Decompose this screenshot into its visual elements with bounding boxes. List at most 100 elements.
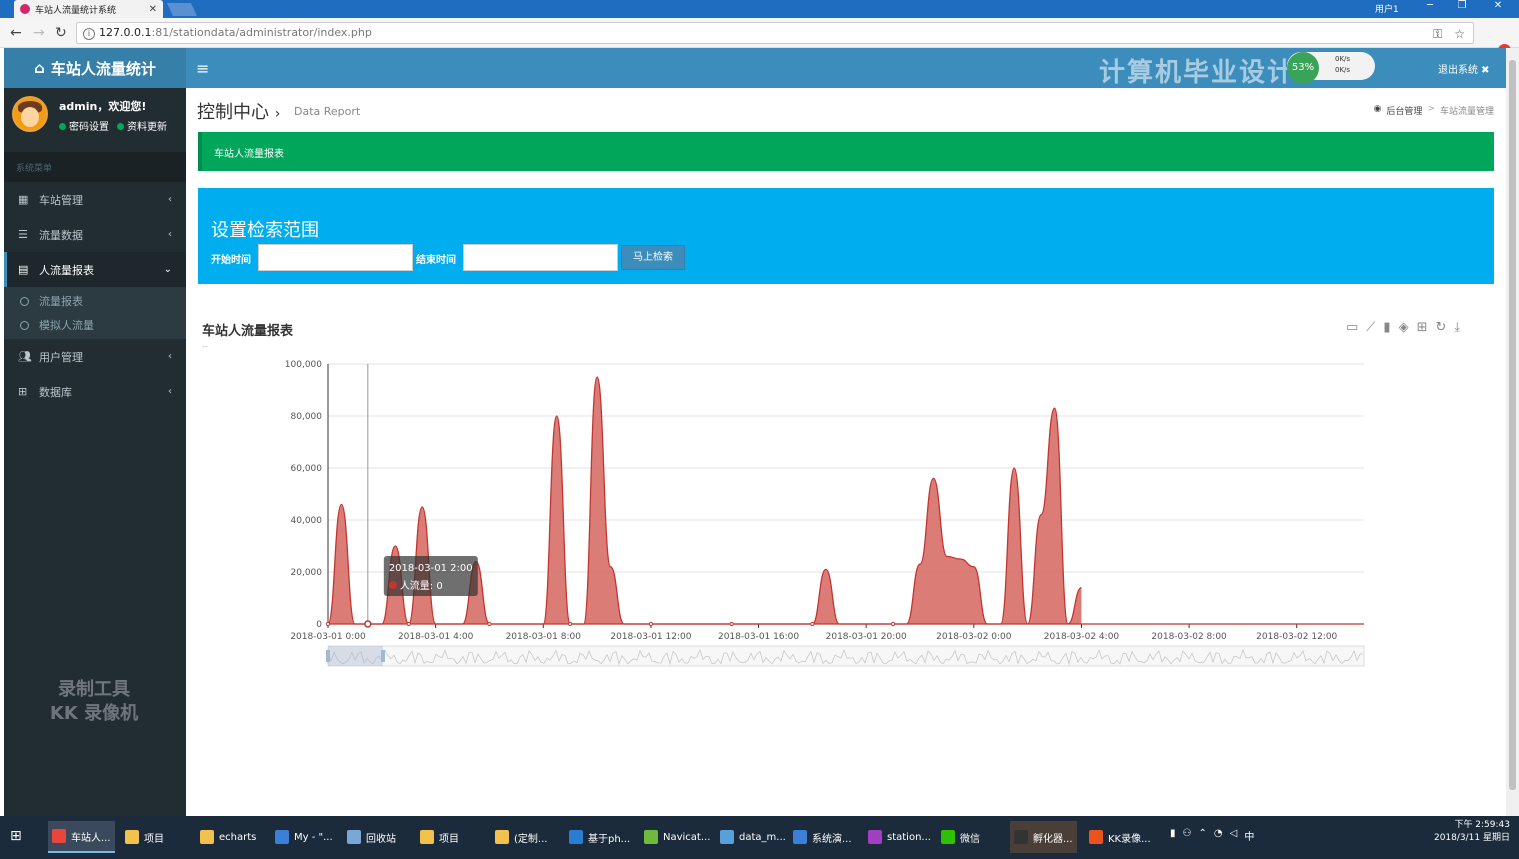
restore-icon[interactable]: ↻ (1435, 320, 1446, 335)
taskbar-item[interactable]: (定制... (491, 821, 551, 853)
dashboard-icon: ◉ (1373, 104, 1382, 114)
windows-start-icon[interactable]: ⊞ (10, 828, 32, 848)
menu-toggle-icon[interactable]: ≡ (196, 59, 209, 78)
breadcrumb-home[interactable]: 后台管理 (1386, 104, 1422, 117)
back-icon[interactable]: ← (10, 25, 22, 41)
taskbar-item[interactable]: 车站人... (48, 821, 115, 853)
taskbar-item-label: 车站人... (71, 832, 111, 844)
taskbar-item[interactable]: station... (864, 821, 935, 853)
breadcrumb: ◉ 后台管理 > 车站流量管理 (1374, 104, 1494, 117)
wifi-icon[interactable]: ◔ (1214, 828, 1223, 843)
new-tab-button[interactable] (166, 3, 198, 16)
people-icon[interactable]: ⚇ (1183, 828, 1192, 843)
save-image-icon[interactable]: ⤓ (1454, 320, 1460, 335)
taskbar-item[interactable]: 系统演... (789, 821, 856, 853)
taskbar-item[interactable]: Navicat... (640, 821, 714, 853)
sidebar-item-users[interactable]: 👥︎ 用户管理 ‹ (4, 339, 186, 374)
logo[interactable]: ⌂ 车站人流量统计 (4, 48, 186, 88)
sidebar-item-flow-data[interactable]: ☰ 流量数据 ‹ (4, 217, 186, 252)
url-input[interactable]: i 127.0.0.1:81/stationdata/administrator/… (76, 22, 1474, 44)
restore-window-icon[interactable]: ❐ (1452, 0, 1472, 15)
page-scrollbar[interactable] (1506, 48, 1519, 816)
profile-name[interactable]: 用户1 (1375, 2, 1399, 15)
taskbar-item[interactable]: 项目 (416, 821, 463, 853)
app-icon (495, 830, 509, 844)
sidebar-item-stations[interactable]: ▦ 车站管理 ‹ (4, 182, 186, 217)
sidebar-item-flow-report[interactable]: ▤ 人流量报表 ⌄ (4, 252, 186, 287)
search-button[interactable]: 马上检索 (621, 245, 685, 270)
stack-icon[interactable]: ◈ (1399, 320, 1409, 335)
clock[interactable]: 下午 2:59:43 2018/3/11 星期日 (1428, 819, 1510, 845)
sidebar-item-label: 数据库 (39, 385, 72, 399)
logo-text: 车站人流量统计 (50, 59, 156, 78)
search-title: 设置检索范围 (211, 220, 319, 241)
sub-item-flow-report[interactable]: 流量报表 (4, 289, 186, 313)
end-time-input[interactable] (463, 244, 618, 271)
line-chart-icon[interactable]: ⟋ (1366, 320, 1375, 335)
taskbar-item[interactable]: My - "... (271, 821, 337, 853)
taskbar-item[interactable]: echarts (196, 821, 260, 853)
close-window-icon[interactable]: ✕ (1488, 0, 1508, 15)
taskbar-item[interactable]: data_m... (716, 821, 790, 853)
taskbar-item[interactable]: 孵化器... (1010, 821, 1077, 853)
app-icon (720, 830, 734, 844)
datazoom-window (328, 646, 383, 666)
tiled-icon[interactable]: ⊞ (1417, 320, 1428, 335)
page-title: 控制中心 › (197, 102, 281, 123)
logout-link[interactable]: 退出系统 ✖ (1438, 61, 1490, 76)
sub-item-simulate-flow[interactable]: 模拟人流量 (4, 313, 186, 337)
y-tick-label: 100,000 (285, 360, 322, 370)
battery-icon[interactable]: ▮ (1170, 828, 1176, 843)
reload-icon[interactable]: ↻ (55, 25, 67, 41)
main-content: 控制中心 › Data Report ◉ 后台管理 > 车站流量管理 车站人流量… (186, 88, 1506, 816)
scrollbar-thumb[interactable] (1509, 60, 1516, 790)
data-point (810, 621, 815, 627)
net-percent: 53% (1287, 52, 1319, 84)
breadcrumb-current: 车站流量管理 (1439, 107, 1494, 117)
taskbar-item-label: echarts (219, 831, 257, 843)
sidebar-item-database[interactable]: ⊞ 数据库 ‹ (4, 374, 186, 409)
taskbar-item-label: 回收站 (366, 833, 396, 845)
show-hidden-icon[interactable]: ⌃ (1198, 828, 1206, 843)
sub-menu: 流量报表 模拟人流量 (4, 287, 186, 339)
taskbar-item-label: Navicat... (663, 831, 711, 843)
profile-update-link[interactable]: 资料更新 (117, 118, 167, 133)
data-view-icon[interactable]: ▭ (1346, 320, 1358, 335)
flow-chart: 0 20,000 40,000 60,000 80,000 100,000 2018-03-… (285, 360, 1365, 667)
app-icon (1014, 830, 1028, 844)
forward-icon[interactable]: → (33, 25, 45, 41)
users-icon: 👥︎ (18, 350, 32, 363)
taskbar: ⊞ 车站人... 项目 echarts My - "... 回收站 项目 (定制... 基于p… (0, 816, 1519, 859)
data-point (729, 621, 734, 627)
site-info-icon[interactable]: i (83, 28, 95, 40)
volume-icon[interactable]: ◁ (1230, 828, 1238, 843)
url-path: :81/stationdata/administrator/index.php (151, 26, 372, 39)
bar-chart-icon[interactable]: ▮ (1383, 320, 1390, 335)
taskbar-item[interactable]: KK录像... (1085, 821, 1155, 853)
start-time-input[interactable] (258, 244, 413, 271)
start-time-label: 开始时间 (211, 255, 251, 266)
taskbar-item[interactable]: 回收站 (343, 821, 400, 853)
taskbar-item[interactable]: 项目 (121, 821, 168, 853)
chevron-left-icon: ‹ (168, 386, 172, 397)
taskbar-item-label: 微信 (960, 833, 980, 845)
minimize-icon[interactable]: ─ (1420, 0, 1440, 15)
bookmark-star-icon[interactable]: ☆ (1454, 27, 1465, 42)
sub-item-label: 模拟人流量 (39, 319, 94, 332)
tab-close-icon[interactable]: ✕ (149, 4, 157, 15)
password-settings-link[interactable]: 密码设置 (59, 118, 109, 133)
ime-indicator[interactable]: 中 (1244, 828, 1254, 843)
x-tick-label: 2018-03-01 0:00 (290, 632, 366, 642)
app-icon (793, 830, 807, 844)
taskbar-item[interactable]: 基于ph... (565, 821, 634, 853)
x-tick-label: 2018-03-01 4:00 (398, 632, 474, 642)
chevron-left-icon: ‹ (168, 351, 172, 362)
watermark-text: 计算机毕业设计 (1099, 58, 1296, 88)
online-dot-icon (117, 123, 124, 130)
chevron-left-icon: ‹ (168, 194, 172, 205)
taskbar-item-label: My - "... (294, 831, 333, 843)
key-icon[interactable]: ⚿ (1433, 27, 1442, 42)
taskbar-item[interactable]: 微信 (937, 821, 984, 853)
browser-tab[interactable]: 车站人流量统计系统 ✕ (14, 0, 163, 18)
menu-section-header: 系统菜单 (4, 152, 186, 182)
